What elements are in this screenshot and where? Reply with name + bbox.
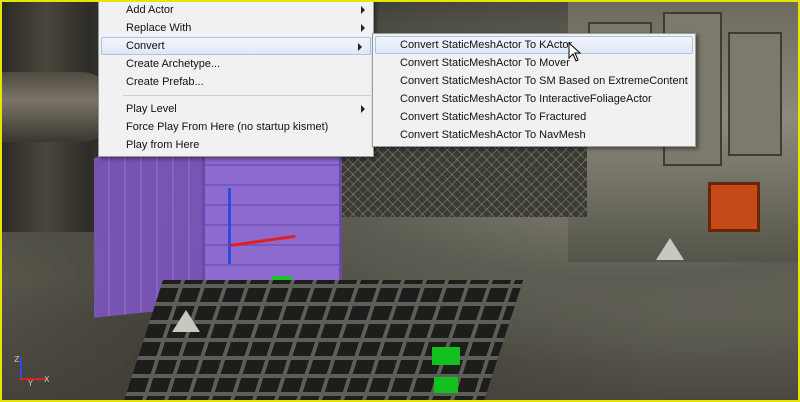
- menu-item-label: Replace With: [126, 22, 192, 34]
- submenu-item-convert-to-kactor[interactable]: Convert StaticMeshActor To KActor: [375, 36, 693, 54]
- green-floor-tile: [432, 347, 460, 365]
- menu-item-label: Convert StaticMeshActor To Mover: [400, 57, 570, 69]
- menu-item-label: Create Prefab...: [126, 76, 204, 88]
- menu-item-label: Play Level: [126, 103, 177, 115]
- menu-item-convert[interactable]: Convert: [101, 37, 371, 55]
- convert-submenu: Convert StaticMeshActor To KActor Conver…: [372, 33, 696, 147]
- menu-item-play-level[interactable]: Play Level: [99, 100, 373, 118]
- menu-item-label: Add Actor: [126, 4, 174, 16]
- submenu-item-convert-to-sm-extremecontent[interactable]: Convert StaticMeshActor To SM Based on E…: [373, 72, 695, 90]
- menu-item-create-archetype[interactable]: Create Archetype...: [99, 55, 373, 73]
- axis-y-label: Y: [28, 379, 33, 388]
- axis-z-label: Z: [14, 355, 20, 364]
- axis-x-label: X: [44, 375, 50, 384]
- axis-z-line: [20, 357, 22, 379]
- submenu-item-convert-to-navmesh[interactable]: Convert StaticMeshActor To NavMesh: [373, 126, 695, 144]
- menu-item-label: Play from Here: [126, 139, 200, 151]
- mouse-cursor-icon: [568, 42, 582, 62]
- submenu-arrow-icon: [361, 105, 365, 113]
- menu-item-label: Force Play From Here (no startup kismet): [126, 121, 329, 133]
- menu-item-add-actor[interactable]: Add Actor: [99, 2, 373, 19]
- submenu-item-convert-to-mover[interactable]: Convert StaticMeshActor To Mover: [373, 54, 695, 72]
- wall-panel: [728, 32, 782, 156]
- menu-item-label: Convert StaticMeshActor To Fractured: [400, 111, 587, 123]
- background-pipe: [2, 72, 112, 142]
- orange-machine-panel: [708, 182, 760, 232]
- context-menu: Add Actor Replace With Convert Create Ar…: [98, 2, 374, 157]
- chain-link-fence: [337, 142, 587, 217]
- axis-x-line: [20, 378, 46, 380]
- menu-separator: [123, 95, 371, 96]
- submenu-arrow-icon: [361, 6, 365, 14]
- submenu-arrow-icon: [358, 43, 362, 51]
- menu-item-play-from-here[interactable]: Play from Here: [99, 136, 373, 154]
- menu-item-label: Convert: [126, 40, 165, 52]
- submenu-item-convert-to-fractured[interactable]: Convert StaticMeshActor To Fractured: [373, 108, 695, 126]
- menu-item-force-play-from-here[interactable]: Force Play From Here (no startup kismet): [99, 118, 373, 136]
- menu-item-label: Convert StaticMeshActor To InteractiveFo…: [400, 93, 652, 105]
- submenu-item-convert-to-interactivefoliageactor[interactable]: Convert StaticMeshActor To InteractiveFo…: [373, 90, 695, 108]
- floor-grate: [120, 280, 524, 400]
- menu-item-replace-with[interactable]: Replace With: [99, 19, 373, 37]
- note-actor-icon[interactable]: [172, 310, 200, 332]
- menu-item-label: Convert StaticMeshActor To NavMesh: [400, 129, 586, 141]
- green-floor-tile: [434, 377, 458, 393]
- note-actor-icon[interactable]: [656, 238, 684, 260]
- menu-item-label: Convert StaticMeshActor To KActor: [400, 39, 573, 51]
- axis-indicator-icon: Z X Y: [14, 355, 50, 388]
- editor-viewport[interactable]: Z X Y Add Actor Replace With Convert Cre…: [0, 0, 800, 402]
- submenu-arrow-icon: [361, 24, 365, 32]
- menu-item-label: Convert StaticMeshActor To SM Based on E…: [400, 75, 688, 87]
- menu-item-create-prefab[interactable]: Create Prefab...: [99, 73, 373, 91]
- menu-item-label: Create Archetype...: [126, 58, 221, 70]
- transform-gizmo-z-axis[interactable]: [228, 188, 231, 264]
